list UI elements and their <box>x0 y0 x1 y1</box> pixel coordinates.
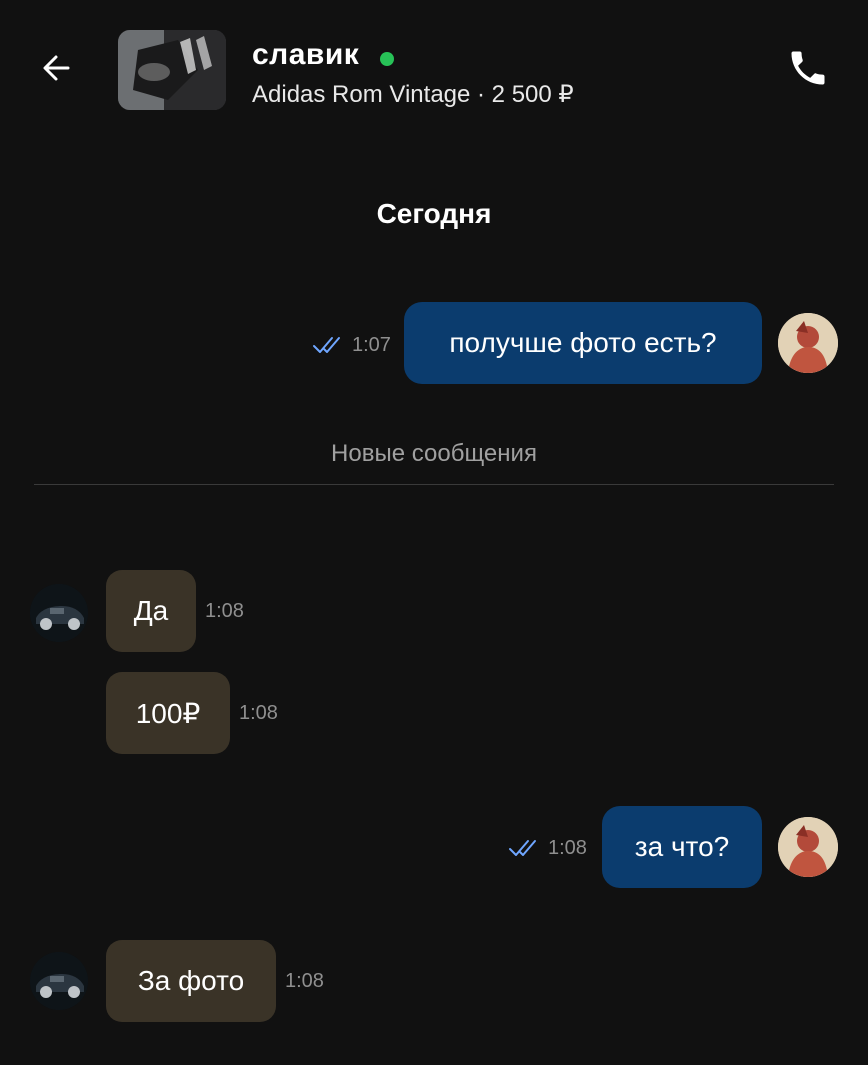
user-avatar[interactable] <box>778 313 838 373</box>
user-avatar-image <box>778 817 838 877</box>
product-image <box>118 30 226 110</box>
message-text: получше фото есть? <box>449 327 717 358</box>
product-thumbnail[interactable] <box>118 30 226 110</box>
arrow-left-icon <box>43 55 70 81</box>
message-time: 1:07 <box>352 334 391 356</box>
message-text: 100₽ <box>135 697 201 729</box>
incoming-message-bubble[interactable]: За фото <box>106 940 276 1022</box>
outgoing-message-bubble[interactable]: получше фото есть? <box>404 302 762 384</box>
message-time: 1:08 <box>205 600 244 622</box>
call-button[interactable] <box>778 38 838 98</box>
listing-subtitle[interactable]: Adidas Rom Vintage · 2 500 ₽ <box>252 80 574 109</box>
incoming-message-bubble[interactable]: 100₽ <box>106 672 230 754</box>
incoming-message-bubble[interactable]: Да <box>106 570 196 652</box>
phone-icon <box>791 51 825 85</box>
contact-avatar-image <box>30 584 88 642</box>
contact-avatar-image <box>30 952 88 1010</box>
online-status-dot <box>380 52 394 66</box>
message-time: 1:08 <box>548 837 587 859</box>
contact-avatar[interactable] <box>30 952 88 1010</box>
user-avatar-image <box>778 313 838 373</box>
date-separator: Сегодня <box>376 198 492 229</box>
outgoing-message-bubble[interactable]: за что? <box>602 806 762 888</box>
contact-avatar[interactable] <box>30 584 88 642</box>
read-double-check-icon <box>509 840 536 856</box>
message-text: За фото <box>137 965 245 996</box>
message-text: Да <box>133 595 169 626</box>
user-avatar[interactable] <box>778 817 838 877</box>
message-time: 1:08 <box>285 970 324 992</box>
new-messages-divider <box>34 484 834 485</box>
message-text: за что? <box>634 831 730 862</box>
message-time: 1:08 <box>239 702 278 724</box>
chat-contact-name: славик <box>252 38 360 71</box>
read-double-check-icon <box>313 337 340 353</box>
back-button[interactable] <box>34 44 82 92</box>
new-messages-label: Новые сообщения <box>331 440 537 467</box>
